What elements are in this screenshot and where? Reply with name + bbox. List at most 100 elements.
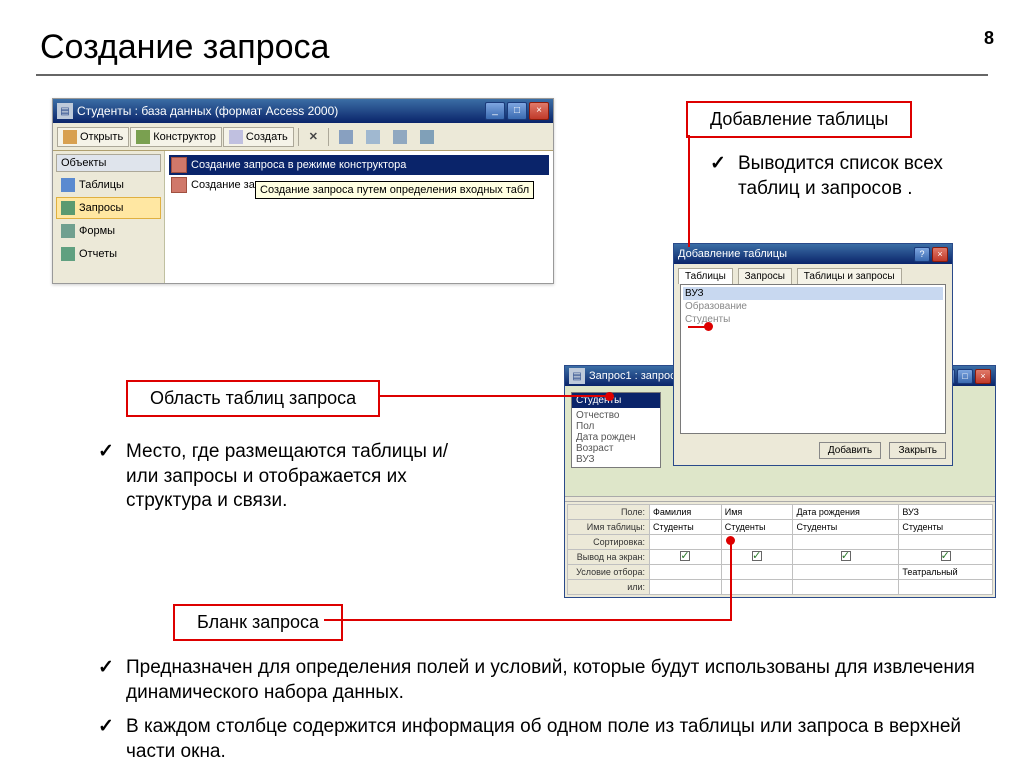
list-item[interactable]: Образование bbox=[683, 300, 943, 313]
callout-add-table: Добавление таблицы bbox=[686, 101, 912, 138]
separator bbox=[298, 128, 299, 146]
addtbl-list[interactable]: ВУЗ Образование Студенты bbox=[680, 284, 946, 434]
table-cell[interactable]: Студенты bbox=[721, 520, 793, 535]
design-button[interactable]: Конструктор bbox=[130, 127, 222, 147]
qd-grid[interactable]: Поле: Фамилия Имя Дата рождения ВУЗ Имя … bbox=[567, 504, 993, 595]
sort-cell[interactable] bbox=[650, 535, 722, 550]
db-item-list: Создание запроса в режиме конструктора С… bbox=[165, 151, 553, 283]
list-item-design-query[interactable]: Создание запроса в режиме конструктора bbox=[169, 155, 549, 175]
close-button[interactable]: × bbox=[932, 247, 948, 262]
close-dlg-button[interactable]: Закрыть bbox=[889, 442, 946, 459]
nav-label: Таблицы bbox=[79, 179, 124, 191]
help-button[interactable]: ? bbox=[914, 247, 930, 262]
list-item-label: Создание запроса в режиме конструктора bbox=[191, 159, 406, 171]
db-titlebar: ▤ Студенты : база данных (формат Access … bbox=[53, 99, 553, 123]
view-list-button[interactable] bbox=[387, 127, 413, 147]
field-cell[interactable]: Имя bbox=[721, 505, 793, 520]
create-label: Создать bbox=[246, 131, 288, 143]
view-icon bbox=[339, 130, 353, 144]
bullet-tables-area: Место, где размещаются таблицы и/или зап… bbox=[98, 440, 478, 524]
sort-cell[interactable] bbox=[899, 535, 993, 550]
nav-reports[interactable]: Отчеты bbox=[56, 243, 161, 265]
nav-label: Отчеты bbox=[79, 248, 117, 260]
table-box[interactable]: Студенты Отчество Пол Дата рожден Возрас… bbox=[571, 392, 661, 468]
checkbox-on[interactable] bbox=[941, 551, 951, 561]
row-label-table: Имя таблицы: bbox=[568, 520, 650, 535]
db-icon: ▤ bbox=[57, 103, 73, 119]
table-cell[interactable]: Студенты bbox=[899, 520, 993, 535]
or-cell[interactable] bbox=[899, 580, 993, 595]
or-cell[interactable] bbox=[793, 580, 899, 595]
connector-line bbox=[380, 395, 605, 397]
bullet-query-form: Предназначен для определения полей и усл… bbox=[98, 656, 978, 775]
field-cell[interactable]: ВУЗ bbox=[899, 505, 993, 520]
nav-label: Запросы bbox=[79, 202, 123, 214]
checkbox-on[interactable] bbox=[680, 551, 690, 561]
view-small-button[interactable] bbox=[360, 127, 386, 147]
add-table-dialog: Добавление таблицы ? × Таблицы Запросы Т… bbox=[673, 243, 953, 466]
row-label-sort: Сортировка: bbox=[568, 535, 650, 550]
tab-queries[interactable]: Запросы bbox=[738, 268, 792, 284]
tab-both[interactable]: Таблицы и запросы bbox=[797, 268, 902, 284]
callout-tables-area: Область таблиц запроса bbox=[126, 380, 380, 417]
open-button[interactable]: Открыть bbox=[57, 127, 129, 147]
field-item[interactable]: Возраст bbox=[576, 443, 656, 454]
criteria-cell[interactable] bbox=[650, 565, 722, 580]
open-icon bbox=[63, 130, 77, 144]
design-icon bbox=[136, 130, 150, 144]
bullet-text: Место, где размещаются таблицы и/или зап… bbox=[98, 440, 478, 514]
view-icon bbox=[393, 130, 407, 144]
view-detail-button[interactable] bbox=[414, 127, 440, 147]
maximize-button[interactable]: □ bbox=[957, 369, 973, 384]
nav-queries[interactable]: Запросы bbox=[56, 197, 161, 219]
qd-grid-wrap: Поле: Фамилия Имя Дата рождения ВУЗ Имя … bbox=[565, 502, 995, 597]
minimize-button[interactable]: _ bbox=[485, 102, 505, 120]
delete-button[interactable]: ✕ bbox=[303, 127, 324, 146]
tooltip: Создание запроса путем определения входн… bbox=[255, 181, 534, 199]
sort-cell[interactable] bbox=[793, 535, 899, 550]
criteria-cell[interactable]: Театральный bbox=[899, 565, 993, 580]
nav-forms[interactable]: Формы bbox=[56, 220, 161, 242]
field-item[interactable]: ВУЗ bbox=[576, 454, 656, 465]
nav-tables[interactable]: Таблицы bbox=[56, 174, 161, 196]
field-cell[interactable]: Дата рождения bbox=[793, 505, 899, 520]
checkbox-on[interactable] bbox=[841, 551, 851, 561]
table-cell[interactable]: Студенты bbox=[650, 520, 722, 535]
view-large-button[interactable] bbox=[333, 127, 359, 147]
reports-icon bbox=[61, 247, 75, 261]
list-item[interactable]: Студенты bbox=[683, 313, 943, 326]
field-item[interactable]: Пол bbox=[576, 421, 656, 432]
or-cell[interactable] bbox=[650, 580, 722, 595]
field-item[interactable]: Дата рожден bbox=[576, 432, 656, 443]
list-item[interactable]: ВУЗ bbox=[683, 287, 943, 300]
close-button[interactable]: × bbox=[529, 102, 549, 120]
queries-icon bbox=[61, 201, 75, 215]
objects-nav: Объекты Таблицы Запросы Формы Отчеты bbox=[53, 151, 165, 283]
tables-icon bbox=[61, 178, 75, 192]
table-cell[interactable]: Студенты bbox=[793, 520, 899, 535]
field-item[interactable]: Отчество bbox=[576, 410, 656, 421]
title-rule bbox=[36, 74, 988, 76]
wizard-icon bbox=[171, 157, 187, 173]
addtbl-title-text: Добавление таблицы bbox=[678, 248, 787, 260]
maximize-button[interactable]: □ bbox=[507, 102, 527, 120]
connector-line bbox=[324, 619, 568, 621]
create-button[interactable]: Создать bbox=[223, 127, 294, 147]
table-fields[interactable]: Отчество Пол Дата рожден Возраст ВУЗ bbox=[572, 408, 660, 467]
show-cell[interactable] bbox=[793, 550, 899, 565]
bullet-text: Предназначен для определения полей и усл… bbox=[98, 656, 978, 705]
add-button[interactable]: Добавить bbox=[819, 442, 881, 459]
show-cell[interactable] bbox=[650, 550, 722, 565]
show-cell[interactable] bbox=[899, 550, 993, 565]
addtbl-tabs: Таблицы Запросы Таблицы и запросы bbox=[674, 264, 952, 284]
bullet-text: В каждом столбце содержится информация о… bbox=[98, 715, 978, 764]
connector-line bbox=[688, 136, 690, 246]
checkbox-on[interactable] bbox=[752, 551, 762, 561]
tab-tables[interactable]: Таблицы bbox=[678, 268, 733, 284]
wizard-icon bbox=[171, 177, 187, 193]
criteria-cell[interactable] bbox=[793, 565, 899, 580]
forms-icon bbox=[61, 224, 75, 238]
close-button[interactable]: × bbox=[975, 369, 991, 384]
slide-number: 8 bbox=[984, 28, 994, 49]
field-cell[interactable]: Фамилия bbox=[650, 505, 722, 520]
